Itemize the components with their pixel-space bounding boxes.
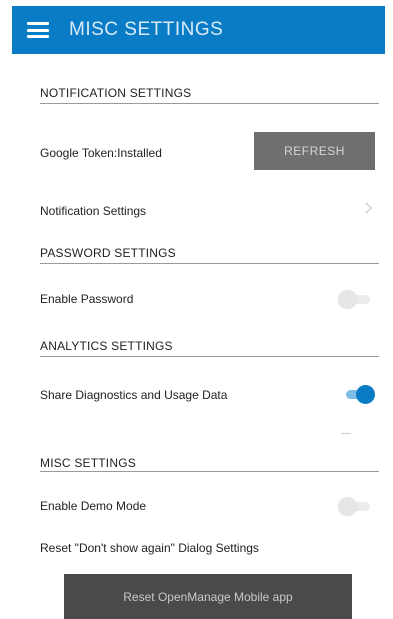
analytics-settings-header: ANALYTICS SETTINGS	[40, 339, 173, 353]
reset-app-button[interactable]: Reset OpenManage Mobile app	[64, 574, 352, 619]
chevron-right-icon[interactable]	[365, 202, 372, 214]
page-title: MISC SETTINGS	[69, 19, 224, 40]
enable-demo-mode-toggle[interactable]	[338, 496, 372, 516]
section-divider	[40, 263, 379, 264]
enable-demo-mode-label: Enable Demo Mode	[40, 499, 147, 513]
divider-mark	[341, 433, 351, 434]
reset-dialog-settings-link[interactable]: Reset "Don't show again" Dialog Settings	[40, 541, 259, 555]
section-divider	[40, 471, 379, 472]
section-divider	[40, 103, 379, 104]
app-bar: MISC SETTINGS	[12, 6, 385, 54]
misc-settings-header: MISC SETTINGS	[40, 456, 136, 470]
password-settings-header: PASSWORD SETTINGS	[40, 246, 176, 260]
toggle-thumb	[356, 385, 375, 404]
toggle-thumb	[338, 497, 357, 516]
section-divider	[40, 356, 379, 357]
notification-settings-header: NOTIFICATION SETTINGS	[40, 86, 192, 100]
hamburger-menu-icon[interactable]	[27, 22, 49, 38]
enable-password-label: Enable Password	[40, 292, 134, 306]
share-diagnostics-toggle[interactable]	[342, 384, 376, 404]
share-diagnostics-label: Share Diagnostics and Usage Data	[40, 388, 228, 402]
google-token-label: Google Token:Installed	[40, 146, 162, 160]
toggle-thumb	[338, 290, 357, 309]
notification-settings-link[interactable]: Notification Settings	[40, 204, 146, 218]
enable-password-toggle[interactable]	[338, 289, 372, 309]
refresh-button[interactable]: REFRESH	[254, 132, 375, 170]
